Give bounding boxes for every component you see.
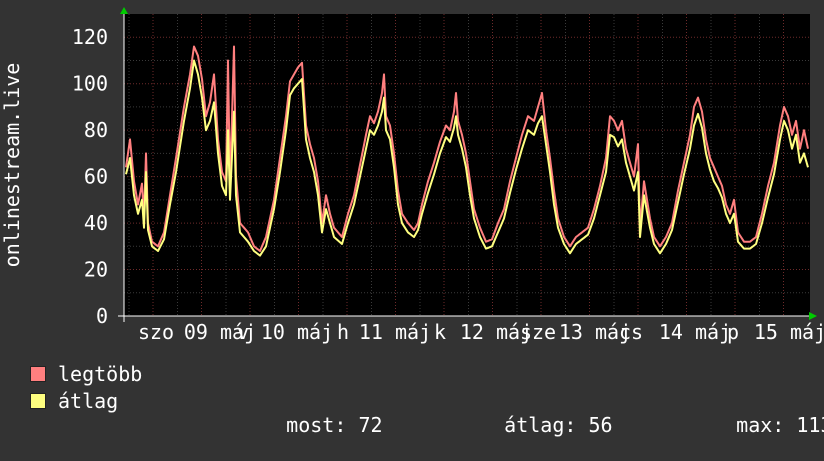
y-axis-arrow-icon: [120, 7, 128, 14]
stat-average-label: átlag:: [504, 413, 577, 437]
stat-current: most: 72: [238, 389, 383, 461]
x-tick-label: 10 máj: [261, 320, 333, 344]
x-tick-label: p: [727, 320, 739, 344]
legend-swatch-atlag: [30, 393, 46, 409]
x-tick-label: sze: [520, 320, 556, 344]
y-tick-label: 0: [96, 304, 108, 328]
legend-item-legtobb: legtöbb: [30, 362, 142, 386]
x-tick-label: v: [237, 320, 249, 344]
x-axis-ticks: szo 09 májv 10 máj h 11 máj k 12 májsze 13 májc…: [138, 320, 824, 344]
x-axis-arrow-icon: [809, 312, 817, 320]
y-tick-label: 80: [84, 118, 108, 142]
chart-panel: 0 20 40 60 80 100 120 szo 09 máj v 10 máj h 11 máj k…: [0, 0, 824, 437]
line-chart: 020406080100120 szo 09 májv 10 máj h 11 máj k…: [0, 7, 824, 344]
legend-item-atlag: átlag: [30, 389, 118, 413]
stat-average-value: 56: [588, 413, 613, 437]
y-axis-ticks: 0 20 40 60 80 100 120: [72, 25, 108, 328]
y-tick-label: 100: [72, 72, 108, 96]
x-tick-label: 11 máj: [359, 320, 431, 344]
legend-swatch-legtobb: [30, 366, 46, 382]
x-tick-label: h: [337, 320, 349, 344]
x-tick-label: cs: [619, 320, 643, 344]
y-tick-label: 60: [84, 165, 108, 189]
x-tick-label: szo: [138, 320, 174, 344]
stat-max-value: 113: [796, 413, 824, 437]
x-tick-label: 15 máj: [754, 320, 824, 344]
x-tick-label: k: [434, 320, 446, 344]
y-tick-label: 40: [84, 211, 108, 235]
y-tick-label: 20: [84, 258, 108, 282]
stat-current-label: most:: [286, 413, 347, 437]
stat-max-label: max:: [736, 413, 785, 437]
stat-max: max: 113: [688, 389, 824, 461]
legend-label-atlag: átlag: [58, 389, 119, 413]
stat-average: átlag: 56: [456, 389, 613, 461]
y-tick-label: 120: [72, 25, 108, 49]
stat-current-value: 72: [358, 413, 383, 437]
y-axis-label: onlinestream.live: [0, 63, 24, 268]
legend-label-legtobb: legtöbb: [58, 362, 143, 386]
x-tick-label: 14 máj: [659, 320, 731, 344]
